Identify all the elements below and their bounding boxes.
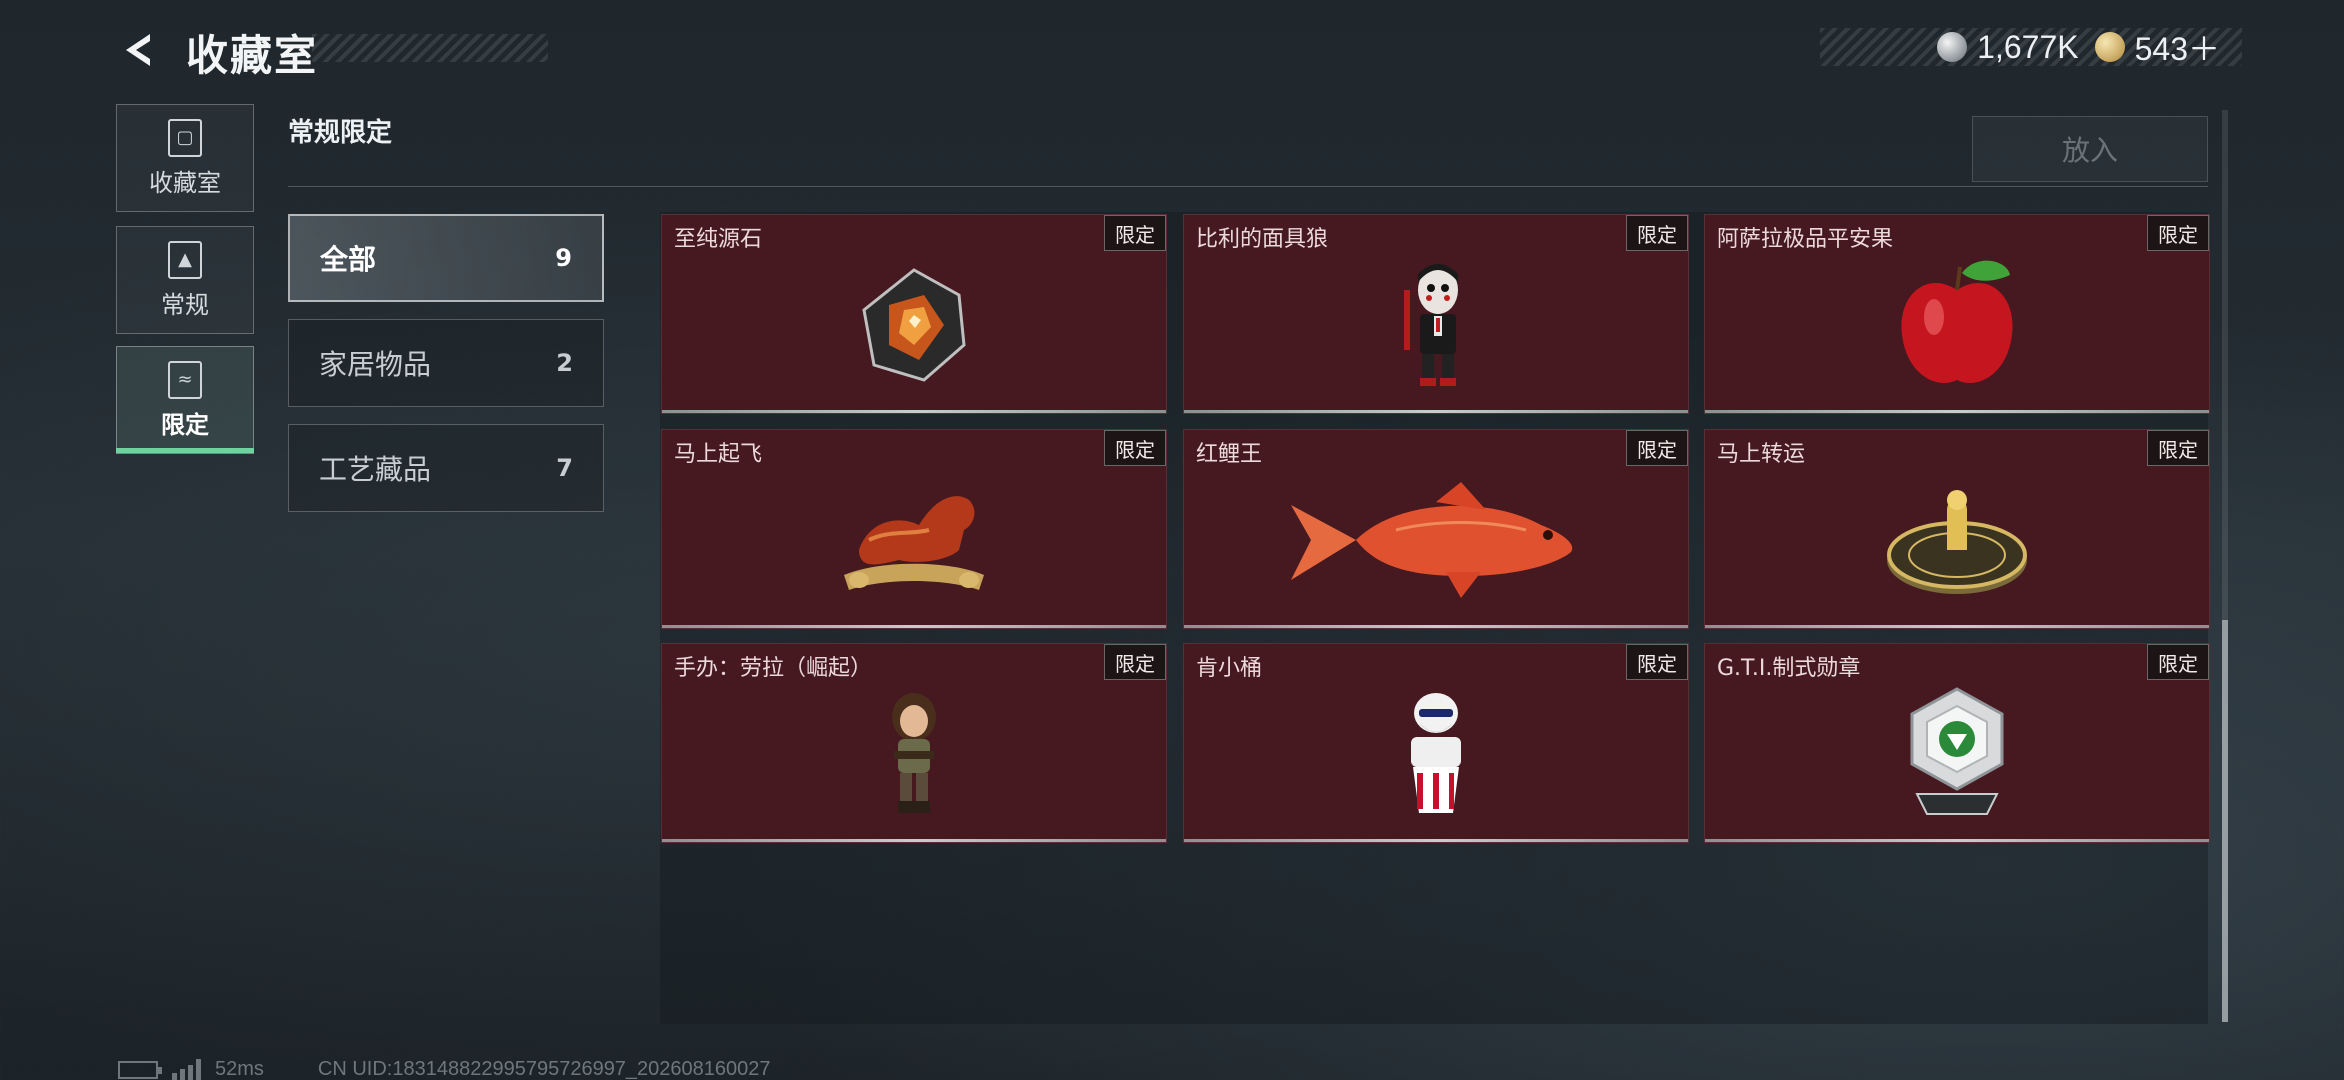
horse-sculpture-icon (662, 460, 1166, 620)
battery-icon (118, 1060, 162, 1079)
section-title: 常规限定 (288, 118, 393, 148)
user-uid: CN UID:183148822995795726997_20260816002… (317, 1058, 771, 1080)
scrollbar-thumb[interactable] (2222, 620, 2228, 1022)
item-card[interactable]: 阿萨拉极品平安果 限定 (1704, 214, 2210, 414)
status-footer: 52ms CN UID:183148822995795726997_202608… (118, 1058, 771, 1080)
ping-value: 52ms (215, 1058, 264, 1080)
title-decoration (312, 34, 548, 62)
gold-currency[interactable]: 543＋ (2094, 24, 2220, 70)
compass-disc-icon (1705, 460, 2209, 620)
puppet-figure-icon (1184, 245, 1688, 405)
category-crafts[interactable]: 工艺藏品 7 (288, 424, 604, 512)
nav-item-collection-room[interactable]: ▢ 收藏室 (116, 104, 254, 212)
back-button[interactable] (112, 24, 164, 76)
cabinet-icon: ▢ (168, 118, 202, 157)
silver-currency-value: 1,677K (1977, 28, 2079, 65)
apple-icon (1705, 245, 2209, 405)
nav-item-label: 常规 (161, 290, 209, 319)
item-card[interactable]: 比利的面具狼 限定 (1183, 214, 1689, 414)
category-name: 全部 (320, 243, 377, 276)
item-card[interactable]: 手办：劳拉（崛起） 限定 (661, 643, 1167, 843)
figure-icon (662, 674, 1166, 834)
nav-active-indicator (116, 448, 254, 453)
category-name: 家居物品 (319, 348, 432, 381)
card-icon: ▲ (168, 240, 202, 279)
category-all[interactable]: 全部 9 (288, 214, 604, 302)
gold-coin-icon (2094, 32, 2125, 62)
category-count: 7 (556, 454, 573, 482)
medal-icon (1705, 674, 2209, 834)
nav-item-label: 限定 (161, 410, 209, 439)
currency-bar: 1,677K 543＋ (1820, 28, 2242, 67)
put-in-button[interactable]: 放入 (1972, 116, 2208, 182)
item-card[interactable]: 红鲤王 限定 (1183, 429, 1689, 629)
nav-item-label: 收藏室 (149, 168, 221, 197)
carp-fish-icon (1184, 460, 1688, 620)
bucket-figure-icon (1184, 674, 1688, 834)
category-count: 9 (555, 244, 572, 272)
item-card[interactable]: 至纯源石 限定 (661, 214, 1167, 414)
silver-coin-icon (1937, 32, 1968, 62)
gold-currency-value: 543＋ (2134, 31, 2220, 67)
category-name: 工艺藏品 (319, 453, 432, 486)
item-card[interactable]: 肯小桶 限定 (1183, 643, 1689, 843)
nav-item-regular[interactable]: ▲ 常规 (116, 226, 254, 334)
section-divider (288, 186, 2208, 187)
image-frame-icon: ≈ (168, 360, 202, 399)
category-home[interactable]: 家居物品 2 (288, 319, 604, 407)
back-arrow-icon (126, 34, 150, 66)
crystal-icon (662, 245, 1166, 405)
nav-item-limited[interactable]: ≈ 限定 (116, 346, 254, 454)
signal-icon (172, 1058, 201, 1080)
item-card[interactable]: 马上起飞 限定 (661, 429, 1167, 629)
category-count: 2 (556, 349, 573, 377)
item-card[interactable]: 马上转运 限定 (1704, 429, 2210, 629)
item-card[interactable]: G.T.I.制式勋章 限定 (1704, 643, 2210, 843)
silver-currency[interactable]: 1,677K (1937, 28, 2079, 66)
page-title: 收藏室 (186, 31, 319, 80)
